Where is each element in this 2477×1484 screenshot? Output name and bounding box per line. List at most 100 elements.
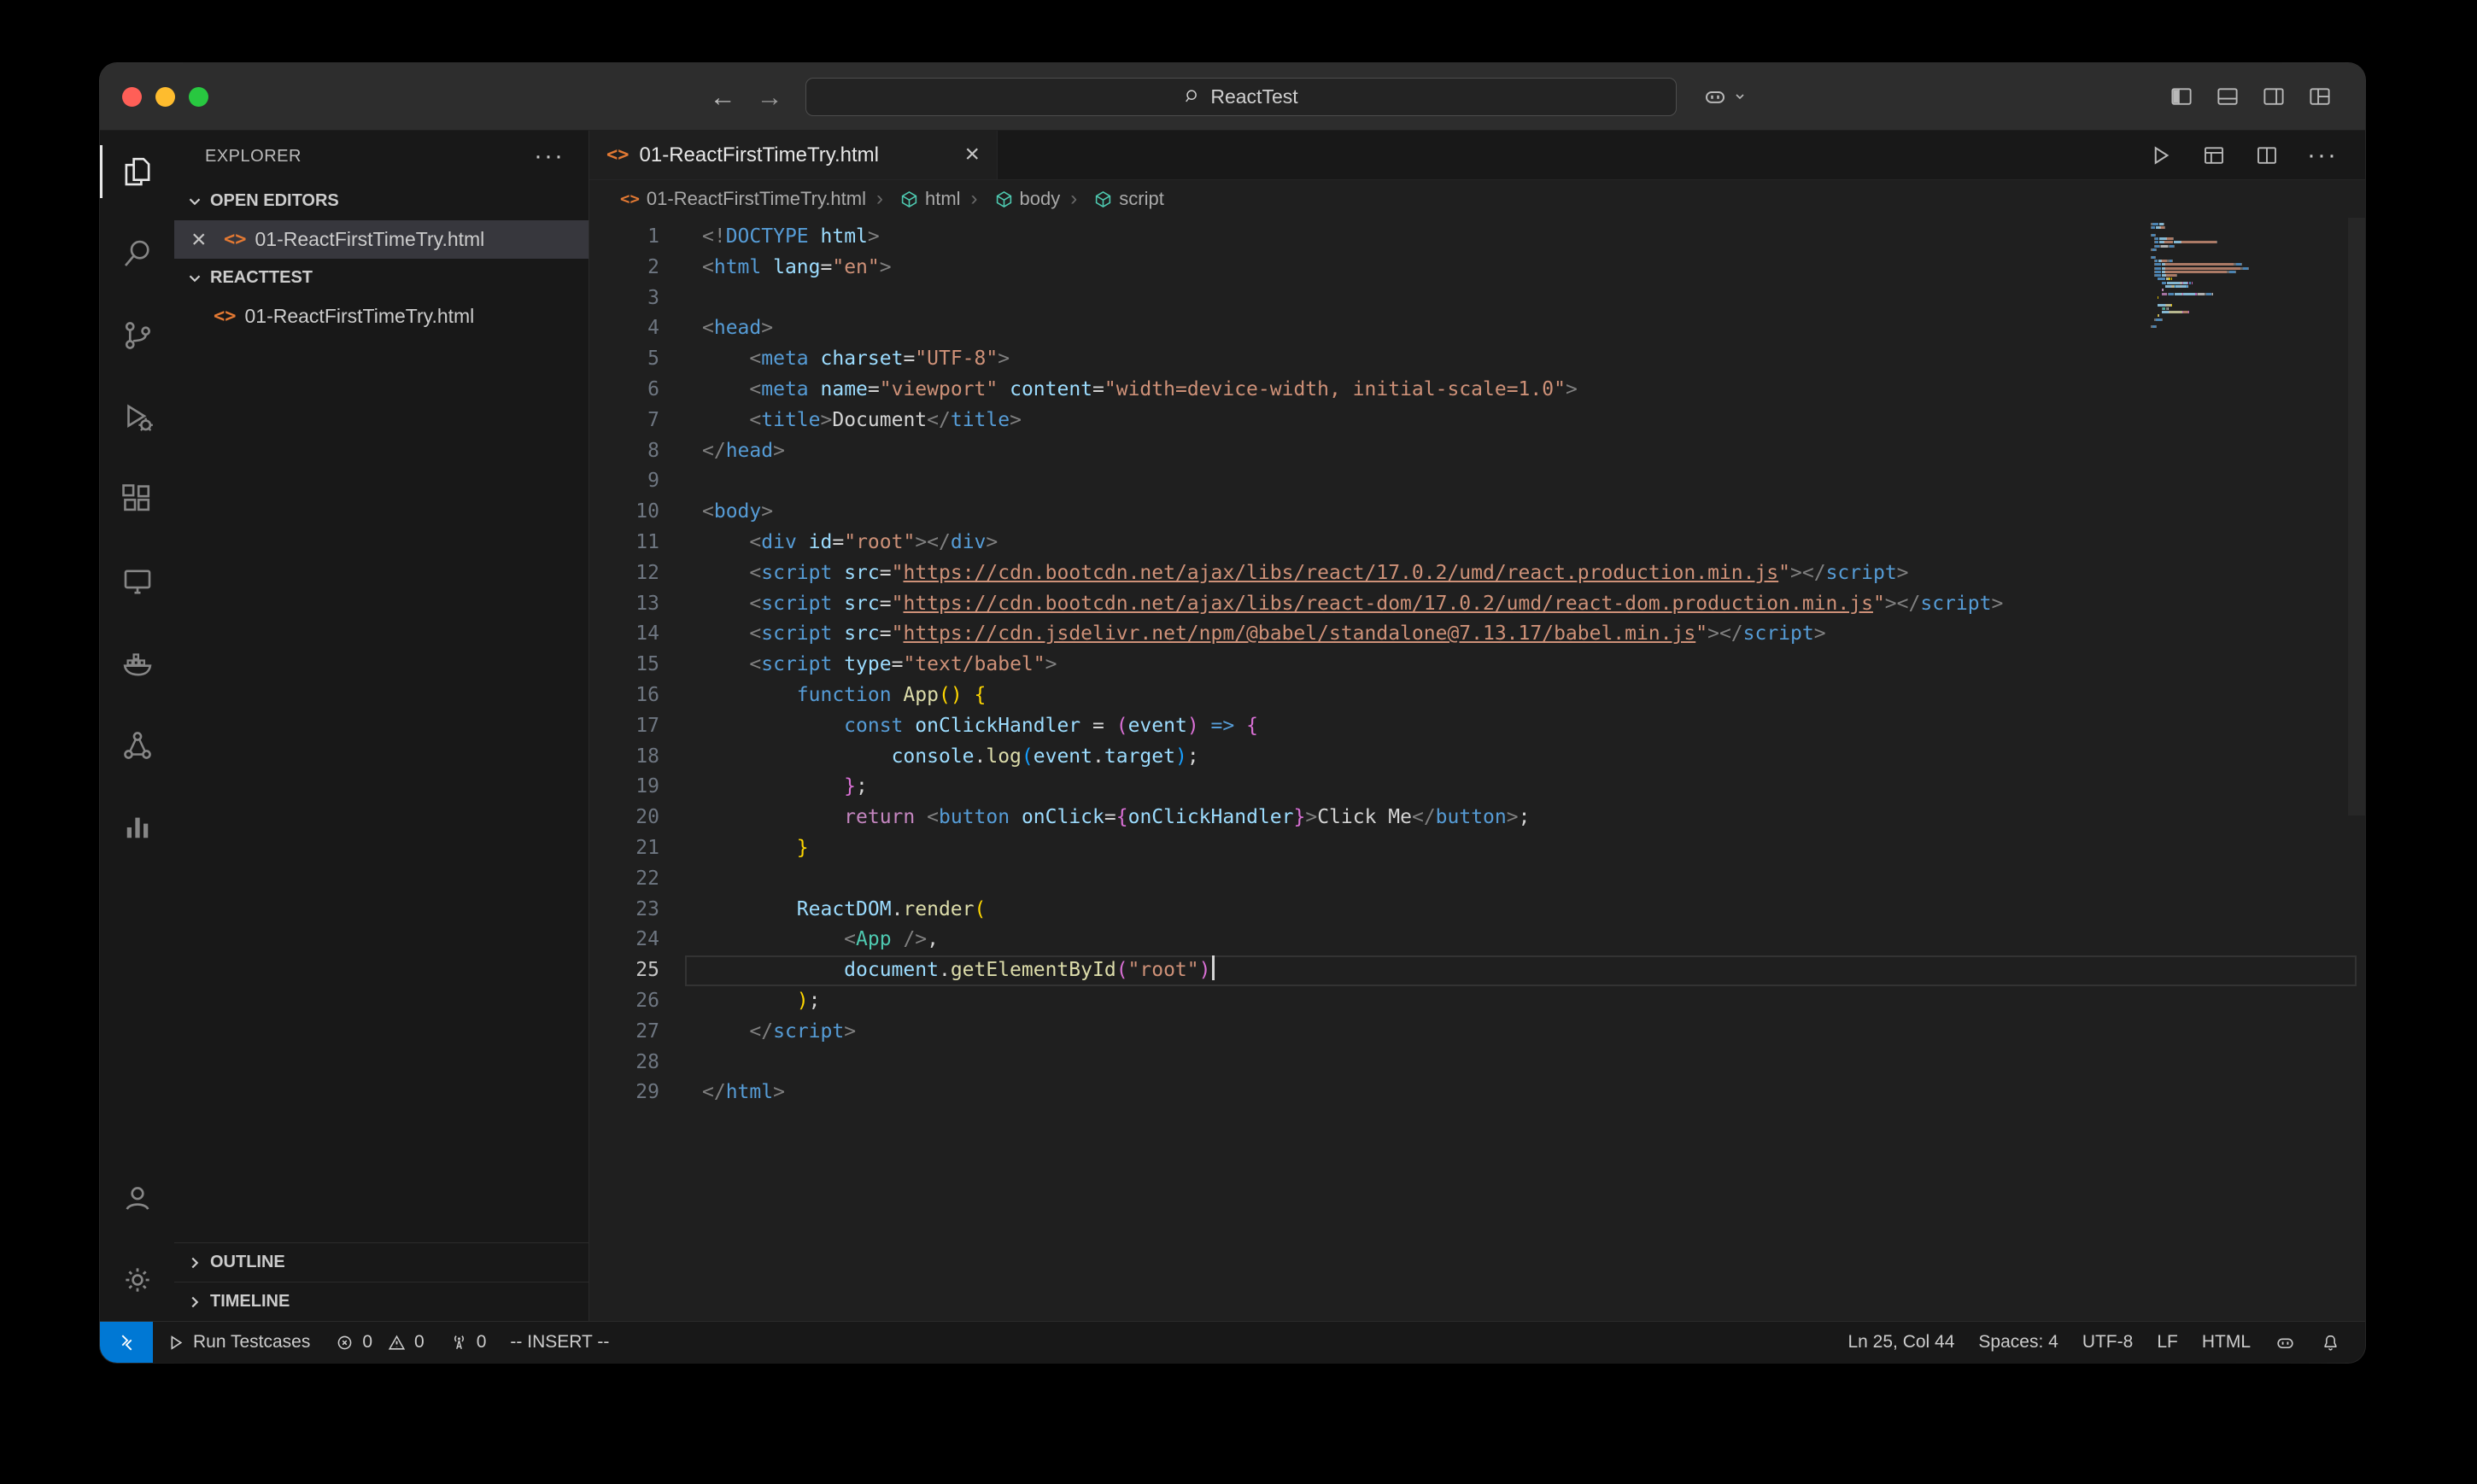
line-number[interactable]: 3: [589, 283, 659, 314]
workspace-section-header[interactable]: REACTTEST: [174, 259, 589, 297]
code-line[interactable]: 7 <title>Document</title>: [589, 406, 2365, 436]
line-number[interactable]: 18: [589, 742, 659, 773]
minimize-window-button[interactable]: [155, 86, 175, 107]
line-number[interactable]: 6: [589, 375, 659, 406]
language-mode-button[interactable]: HTML: [2190, 1322, 2263, 1363]
line-text[interactable]: <html lang="en">: [702, 253, 892, 283]
line-text[interactable]: <body>: [702, 497, 773, 528]
code-line[interactable]: 9: [589, 466, 2365, 497]
back-arrow-icon[interactable]: ←: [700, 84, 747, 110]
breadcrumb-file[interactable]: 01-ReactFirstTimeTry.html: [620, 188, 866, 210]
activity-remote-explorer-button[interactable]: [100, 540, 174, 622]
timeline-section-header[interactable]: TIMELINE: [174, 1282, 589, 1321]
vim-mode-indicator[interactable]: -- INSERT --: [498, 1322, 621, 1363]
close-tab-button[interactable]: [964, 142, 980, 168]
line-text[interactable]: );: [702, 986, 821, 1017]
close-window-button[interactable]: [122, 86, 142, 107]
code-line[interactable]: 19 };: [589, 772, 2365, 803]
activity-charts-button[interactable]: [100, 786, 174, 868]
code-line[interactable]: 2 <html lang="en">: [589, 253, 2365, 283]
toggle-secondary-sidebar-button[interactable]: [2251, 84, 2297, 109]
line-text[interactable]: <script src="https://cdn.bootcdn.net/aja…: [702, 589, 2003, 620]
breadcrumb-body[interactable]: body: [961, 187, 1060, 211]
line-number[interactable]: 20: [589, 803, 659, 833]
code-line[interactable]: 14 <script src="https://cdn.jsdelivr.net…: [589, 619, 2365, 650]
line-text[interactable]: console.log(event.target);: [702, 742, 1199, 773]
account-button[interactable]: [100, 1157, 174, 1239]
line-number[interactable]: 11: [589, 528, 659, 558]
line-number[interactable]: 24: [589, 925, 659, 955]
line-number[interactable]: 12: [589, 558, 659, 589]
code-line[interactable]: 16 function App() {: [589, 681, 2365, 711]
forward-arrow-icon[interactable]: →: [747, 84, 793, 110]
line-text[interactable]: }: [702, 833, 809, 864]
code-line[interactable]: 26 );: [589, 986, 2365, 1017]
line-number[interactable]: 17: [589, 711, 659, 742]
code-line[interactable]: 20 return <button onClick={onClickHandle…: [589, 803, 2365, 833]
line-text[interactable]: ReactDOM.render(: [702, 895, 987, 926]
line-number[interactable]: 25: [589, 955, 659, 986]
line-number[interactable]: 21: [589, 833, 659, 864]
line-number[interactable]: 23: [589, 895, 659, 926]
encoding-button[interactable]: UTF-8: [2070, 1322, 2146, 1363]
line-number[interactable]: 22: [589, 864, 659, 895]
tab-01-reactfirsttimetry[interactable]: 01-ReactFirstTimeTry.html: [589, 131, 998, 179]
copilot-menu-button[interactable]: [1702, 84, 1747, 109]
customize-layout-button[interactable]: [2297, 84, 2343, 109]
line-text[interactable]: function App() {: [702, 681, 987, 711]
open-editors-section-header[interactable]: OPEN EDITORS: [174, 182, 589, 220]
code-line[interactable]: 24 <App />,: [589, 925, 2365, 955]
minimap[interactable]: [2151, 223, 2351, 330]
split-editor-button[interactable]: [2244, 143, 2290, 168]
code-line[interactable]: 11 <div id="root"></div>: [589, 528, 2365, 558]
line-number[interactable]: 26: [589, 986, 659, 1017]
line-text[interactable]: <!DOCTYPE html>: [702, 222, 880, 253]
line-text[interactable]: return <button onClick={onClickHandler}>…: [702, 803, 1530, 833]
notifications-button[interactable]: [2308, 1322, 2353, 1363]
code-line[interactable]: 4 <head>: [589, 313, 2365, 344]
line-number[interactable]: 27: [589, 1017, 659, 1048]
activity-source-control-button[interactable]: [100, 295, 174, 377]
activity-explorer-button[interactable]: [100, 131, 174, 213]
line-number[interactable]: 7: [589, 406, 659, 436]
activity-run-debug-button[interactable]: [100, 377, 174, 459]
editor-code-lines[interactable]: 1 <!DOCTYPE html> 2 <html lang="en"> 3 4 <head…: [589, 218, 2365, 1321]
line-text[interactable]: <script type="text/babel">: [702, 650, 1057, 681]
code-line[interactable]: 3: [589, 283, 2365, 314]
remote-indicator-button[interactable]: [100, 1322, 153, 1363]
line-number[interactable]: 9: [589, 466, 659, 497]
code-line[interactable]: 13 <script src="https://cdn.bootcdn.net/…: [589, 589, 2365, 620]
line-number[interactable]: 29: [589, 1078, 659, 1108]
line-text[interactable]: };: [702, 772, 868, 803]
line-text[interactable]: <head>: [702, 313, 773, 344]
activity-extensions-button[interactable]: [100, 459, 174, 540]
zoom-window-button[interactable]: [189, 86, 208, 107]
code-line[interactable]: 27 </script>: [589, 1017, 2365, 1048]
close-editor-button[interactable]: [191, 220, 207, 259]
code-line[interactable]: 21 }: [589, 833, 2365, 864]
run-file-button[interactable]: [2138, 143, 2184, 168]
editor-scrollbar[interactable]: [2348, 218, 2365, 815]
activity-docker-button[interactable]: [100, 622, 174, 704]
file-tree-item[interactable]: 01-ReactFirstTimeTry.html: [174, 297, 589, 336]
code-line[interactable]: 8 </head>: [589, 436, 2365, 467]
line-text[interactable]: </head>: [702, 436, 785, 467]
activity-search-button[interactable]: [100, 213, 174, 295]
code-line[interactable]: 17 const onClickHandler = (event) => {: [589, 711, 2365, 742]
run-testcases-button[interactable]: Run Testcases: [153, 1322, 322, 1363]
code-line[interactable]: 1 <!DOCTYPE html>: [589, 222, 2365, 253]
line-number[interactable]: 28: [589, 1048, 659, 1078]
code-editor[interactable]: 1 <!DOCTYPE html> 2 <html lang="en"> 3 4 <head…: [589, 218, 2365, 1321]
copilot-status-button[interactable]: [2263, 1322, 2308, 1363]
line-number[interactable]: 5: [589, 344, 659, 375]
activity-references-button[interactable]: [100, 704, 174, 786]
open-editor-item[interactable]: 01-ReactFirstTimeTry.html: [174, 220, 589, 259]
code-line[interactable]: 5 <meta charset="UTF-8">: [589, 344, 2365, 375]
line-text[interactable]: document.getElementById("root"): [702, 955, 1215, 986]
code-line[interactable]: 6 <meta name="viewport" content="width=d…: [589, 375, 2365, 406]
line-text[interactable]: </script>: [702, 1017, 856, 1048]
outline-section-header[interactable]: OUTLINE: [174, 1242, 589, 1282]
line-number[interactable]: 10: [589, 497, 659, 528]
line-number[interactable]: 19: [589, 772, 659, 803]
code-line[interactable]: 22: [589, 864, 2365, 895]
